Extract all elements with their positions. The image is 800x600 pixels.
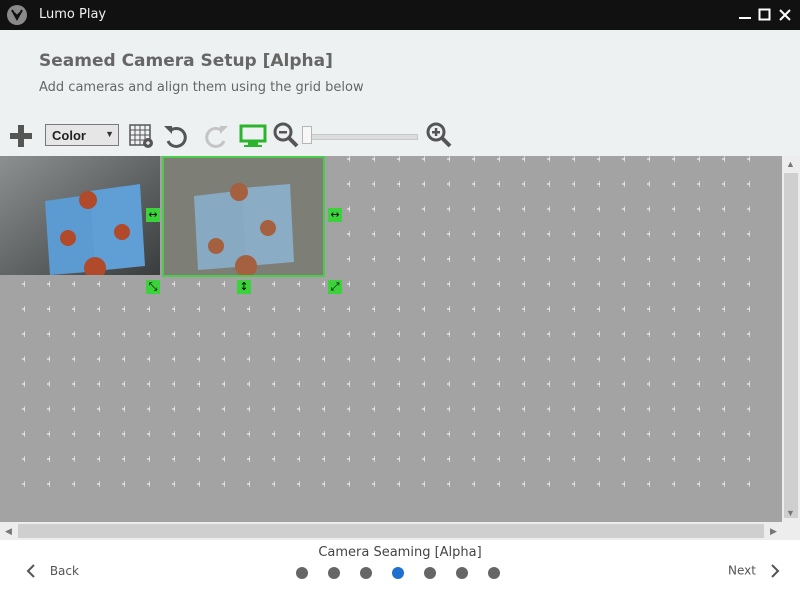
display-icon[interactable] xyxy=(239,123,267,149)
back-label: Back xyxy=(49,563,79,578)
step-dot-4[interactable] xyxy=(392,567,404,579)
scroll-down-icon[interactable]: ▼ xyxy=(786,508,795,518)
zoom-slider-track[interactable] xyxy=(304,134,418,140)
app-logo-icon xyxy=(7,5,27,25)
step-dot-2[interactable] xyxy=(328,567,340,579)
page-title: Seamed Camera Setup [Alpha] xyxy=(39,51,333,71)
resize-handle-horizontal-2[interactable]: ↔ xyxy=(328,208,342,222)
camera-image-1 xyxy=(0,156,160,275)
window-title: Lumo Play xyxy=(39,7,107,22)
grid-icon[interactable] xyxy=(128,123,154,149)
back-button[interactable]: Back xyxy=(24,563,79,579)
chevron-down-icon: ▼ xyxy=(105,129,114,139)
next-label: Next xyxy=(728,563,756,578)
add-camera-icon[interactable] xyxy=(8,123,34,149)
resize-handle-vertical-2[interactable]: ↕ xyxy=(237,280,251,294)
scroll-right-icon[interactable]: ▶ xyxy=(770,526,777,537)
undo-icon[interactable] xyxy=(162,122,190,150)
zoom-out-icon[interactable] xyxy=(273,122,299,148)
next-button[interactable]: Next xyxy=(728,563,782,579)
step-dot-1[interactable] xyxy=(296,567,308,579)
scroll-left-icon[interactable]: ◀ xyxy=(5,526,12,537)
zoom-in-icon[interactable] xyxy=(426,122,452,148)
color-mode-select[interactable]: Color ▼ xyxy=(45,124,119,146)
minimize-icon[interactable] xyxy=(735,5,755,25)
color-mode-value: Color xyxy=(52,128,86,143)
step-dot-6[interactable] xyxy=(456,567,468,579)
step-dot-3[interactable] xyxy=(360,567,372,579)
resize-handle-diagonal-1[interactable]: ⤡ xyxy=(146,280,160,294)
resize-handle-horizontal-1[interactable]: ↔ xyxy=(146,208,160,222)
camera-feed-2[interactable] xyxy=(162,156,325,277)
page-subtitle: Add cameras and align them using the gri… xyxy=(39,80,364,95)
zoom-slider-thumb[interactable] xyxy=(302,126,312,144)
camera-image-2 xyxy=(164,158,323,275)
camera-feed-1[interactable] xyxy=(0,156,160,275)
maximize-icon[interactable] xyxy=(755,5,775,25)
close-icon[interactable] xyxy=(775,5,795,25)
step-dot-7[interactable] xyxy=(488,567,500,579)
title-bar: Lumo Play xyxy=(0,0,800,30)
resize-handle-diagonal-2[interactable]: ⤢ xyxy=(328,280,342,294)
vertical-scroll-thumb[interactable] xyxy=(784,173,798,518)
chevron-left-icon xyxy=(26,564,35,578)
scroll-up-icon[interactable]: ▲ xyxy=(786,159,795,169)
wizard-step-title: Camera Seaming [Alpha] xyxy=(318,545,482,560)
step-dot-5[interactable] xyxy=(424,567,436,579)
chevron-right-icon xyxy=(771,564,780,578)
horizontal-scroll-thumb[interactable] xyxy=(18,524,764,538)
redo-icon[interactable] xyxy=(202,122,230,150)
